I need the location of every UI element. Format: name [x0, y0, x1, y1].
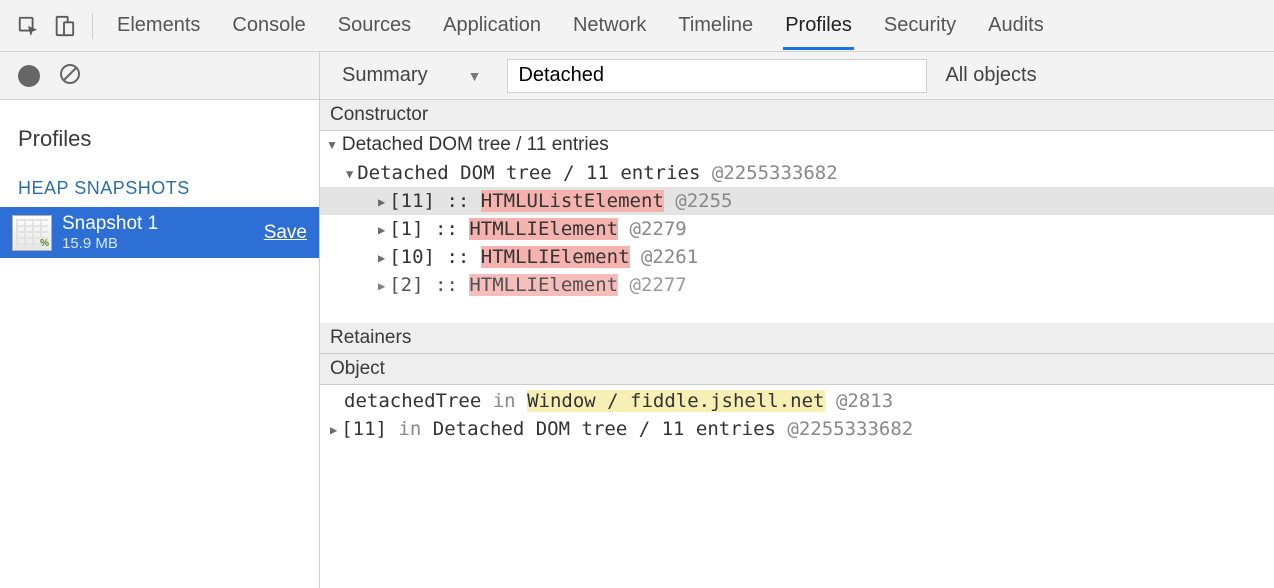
disclosure-closed-icon[interactable]: [378, 274, 389, 296]
object-column-header[interactable]: Object: [320, 354, 1274, 385]
devtools-tabstrip: Elements Console Sources Application Net…: [0, 0, 1274, 52]
snapshot-save-link[interactable]: Save: [264, 222, 307, 244]
disclosure-open-icon[interactable]: [346, 162, 357, 184]
profiles-toolbar: Summary ▼ All objects: [0, 52, 1274, 100]
main-split: Profiles HEAP SNAPSHOTS Snapshot 1 15.9 …: [0, 100, 1274, 588]
tab-profiles[interactable]: Profiles: [783, 2, 854, 50]
snapshot-thumb-icon: [12, 215, 52, 251]
retainer-row[interactable]: [11] in Detached DOM tree / 11 entries @…: [320, 415, 1274, 443]
tree-group[interactable]: Detached DOM tree / 11 entries @22553336…: [320, 159, 1274, 187]
disclosure-closed-icon[interactable]: [378, 190, 389, 212]
clear-icon[interactable]: [58, 62, 82, 89]
tree-row[interactable]: [11] :: HTMLUListElement @2255: [320, 187, 1274, 215]
snapshot-size: 15.9 MB: [62, 235, 264, 252]
tab-application[interactable]: Application: [441, 2, 543, 50]
toolbar-right: Summary ▼ All objects: [320, 52, 1274, 99]
view-select-label: Summary: [342, 64, 428, 87]
snapshot-meta: Snapshot 1 15.9 MB: [62, 213, 264, 252]
constructors-tree[interactable]: Detached DOM tree / 11 entries Detached …: [320, 131, 1274, 323]
tab-network[interactable]: Network: [571, 2, 648, 50]
class-filter-input[interactable]: [507, 59, 927, 93]
panel-tabs: Elements Console Sources Application Net…: [115, 2, 1046, 50]
tab-elements[interactable]: Elements: [115, 2, 202, 50]
sidebar-title: Profiles: [0, 110, 319, 170]
view-select[interactable]: Summary ▼: [334, 62, 489, 89]
disclosure-closed-icon[interactable]: [378, 218, 389, 240]
snapshot-title: Snapshot 1: [62, 213, 264, 235]
constructor-column-header[interactable]: Constructor: [320, 100, 1274, 131]
tab-sources[interactable]: Sources: [336, 2, 413, 50]
toolbar-left: [0, 52, 320, 99]
tree-row[interactable]: [1] :: HTMLLIElement @2279: [320, 215, 1274, 243]
sidebar-section-label: HEAP SNAPSHOTS: [0, 170, 319, 207]
tab-console[interactable]: Console: [230, 2, 307, 50]
retainers-header[interactable]: Retainers: [320, 323, 1274, 354]
separator: [92, 13, 93, 39]
inspect-element-icon[interactable]: [10, 8, 46, 44]
retainers-tree[interactable]: detachedTree in Window / fiddle.jshell.n…: [320, 385, 1274, 588]
snapshot-item[interactable]: Snapshot 1 15.9 MB Save: [0, 207, 319, 258]
tab-audits[interactable]: Audits: [986, 2, 1046, 50]
device-toolbar-icon[interactable]: [46, 8, 82, 44]
tree-row[interactable]: [2] :: HTMLLIElement @2277: [320, 271, 1274, 299]
heap-content: Constructor Detached DOM tree / 11 entri…: [320, 100, 1274, 588]
tab-timeline[interactable]: Timeline: [676, 2, 755, 50]
disclosure-open-icon[interactable]: [326, 134, 342, 155]
tree-row[interactable]: [10] :: HTMLLIElement @2261: [320, 243, 1274, 271]
disclosure-closed-icon[interactable]: [378, 246, 389, 268]
retainer-row[interactable]: detachedTree in Window / fiddle.jshell.n…: [320, 387, 1274, 415]
disclosure-closed-icon[interactable]: [330, 418, 341, 440]
object-scope-select[interactable]: All objects: [945, 64, 1036, 87]
tab-security[interactable]: Security: [882, 2, 958, 50]
tree-root[interactable]: Detached DOM tree / 11 entries: [320, 131, 1274, 159]
profiles-sidebar: Profiles HEAP SNAPSHOTS Snapshot 1 15.9 …: [0, 100, 320, 588]
chevron-down-icon: ▼: [468, 68, 482, 84]
record-button[interactable]: [18, 65, 40, 87]
